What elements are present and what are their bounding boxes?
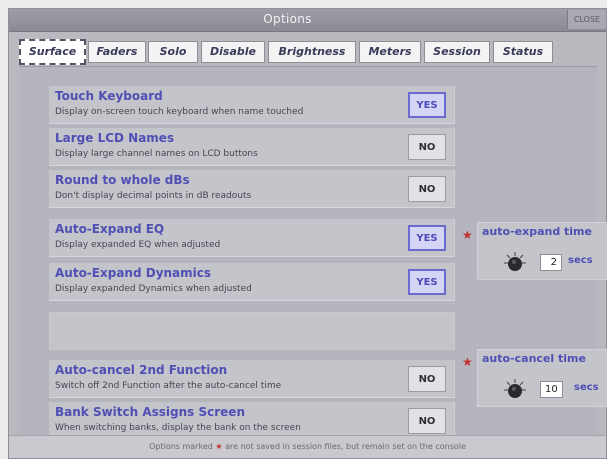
option-description: Switch off 2nd Function after the auto-c… <box>55 381 282 391</box>
tab-disable[interactable]: Disable <box>201 41 265 63</box>
option-description: Display expanded EQ when adjusted <box>55 240 221 250</box>
star-icon: ★ <box>462 228 473 242</box>
option-description: When switching banks, display the bank o… <box>55 423 301 433</box>
option-label: Round to whole dBs <box>55 173 190 187</box>
option-description: Don't display decimal points in dB reado… <box>55 191 252 201</box>
empty-option-slot <box>49 312 455 350</box>
option-label: Auto-Expand Dynamics <box>55 266 212 280</box>
option-round-whole-dbs: Round to whole dBs Don't display decimal… <box>49 170 455 208</box>
close-button[interactable]: CLOSE <box>567 10 606 29</box>
bank-switch-assigns-screen-toggle[interactable]: NO <box>408 408 446 434</box>
tab-session[interactable]: Session <box>424 41 490 63</box>
option-auto-cancel-2nd-function: Auto-cancel 2nd Function Switch off 2nd … <box>49 360 455 398</box>
options-window: Options CLOSE Surface Faders Solo Disabl… <box>8 8 607 459</box>
option-description: Display on-screen touch keyboard when na… <box>55 107 304 117</box>
auto-expand-time-value[interactable]: 2 <box>540 254 562 271</box>
option-label: Bank Switch Assigns Screen <box>55 405 245 419</box>
option-auto-expand-eq: Auto-Expand EQ Display expanded EQ when … <box>49 219 455 257</box>
option-label: Auto-cancel 2nd Function <box>55 363 228 377</box>
rotary-knob-icon[interactable] <box>504 252 526 274</box>
surface-options-panel: Touch Keyboard Display on-screen touch k… <box>19 66 607 440</box>
footer-note: Options marked ★ are not saved in sessio… <box>9 435 606 458</box>
auto-cancel-time-unit: secs <box>574 382 599 393</box>
footer-text-end: are not saved in session files, but rema… <box>225 442 466 451</box>
auto-expand-eq-toggle[interactable]: YES <box>408 225 446 251</box>
footer-text-start: Options marked <box>149 442 213 451</box>
option-label: Auto-Expand EQ <box>55 222 165 236</box>
tab-solo[interactable]: Solo <box>148 41 198 63</box>
rotary-knob-icon[interactable] <box>504 379 526 401</box>
auto-cancel-time-control: auto-cancel time 10 secs <box>477 349 607 407</box>
tab-faders[interactable]: Faders <box>88 41 146 63</box>
option-touch-keyboard: Touch Keyboard Display on-screen touch k… <box>49 86 455 124</box>
option-description: Display large channel names on LCD butto… <box>55 149 258 159</box>
tab-status[interactable]: Status <box>493 41 553 63</box>
auto-expand-time-control: auto-expand time 2 secs <box>477 222 607 280</box>
auto-cancel-time-label: auto-cancel time <box>482 352 586 365</box>
auto-cancel-2nd-function-toggle[interactable]: NO <box>408 366 446 392</box>
option-description: Display expanded Dynamics when adjusted <box>55 284 252 294</box>
auto-expand-dynamics-toggle[interactable]: YES <box>408 269 446 295</box>
tab-meters[interactable]: Meters <box>359 41 421 63</box>
option-label: Large LCD Names <box>55 131 175 145</box>
star-icon: ★ <box>462 355 473 369</box>
large-lcd-names-toggle[interactable]: NO <box>408 134 446 160</box>
star-icon: ★ <box>215 442 223 451</box>
window-title: Options <box>263 12 312 26</box>
tab-surface[interactable]: Surface <box>19 39 86 65</box>
option-label: Touch Keyboard <box>55 89 163 103</box>
auto-expand-time-label: auto-expand time <box>482 225 592 238</box>
title-bar: Options CLOSE <box>9 9 606 32</box>
auto-expand-time-unit: secs <box>568 255 593 266</box>
round-whole-dbs-toggle[interactable]: NO <box>408 176 446 202</box>
option-auto-expand-dynamics: Auto-Expand Dynamics Display expanded Dy… <box>49 263 455 301</box>
auto-cancel-time-value[interactable]: 10 <box>540 381 563 398</box>
option-large-lcd-names: Large LCD Names Display large channel na… <box>49 128 455 166</box>
tab-brightness[interactable]: Brightness <box>268 41 356 63</box>
touch-keyboard-toggle[interactable]: YES <box>408 92 446 118</box>
